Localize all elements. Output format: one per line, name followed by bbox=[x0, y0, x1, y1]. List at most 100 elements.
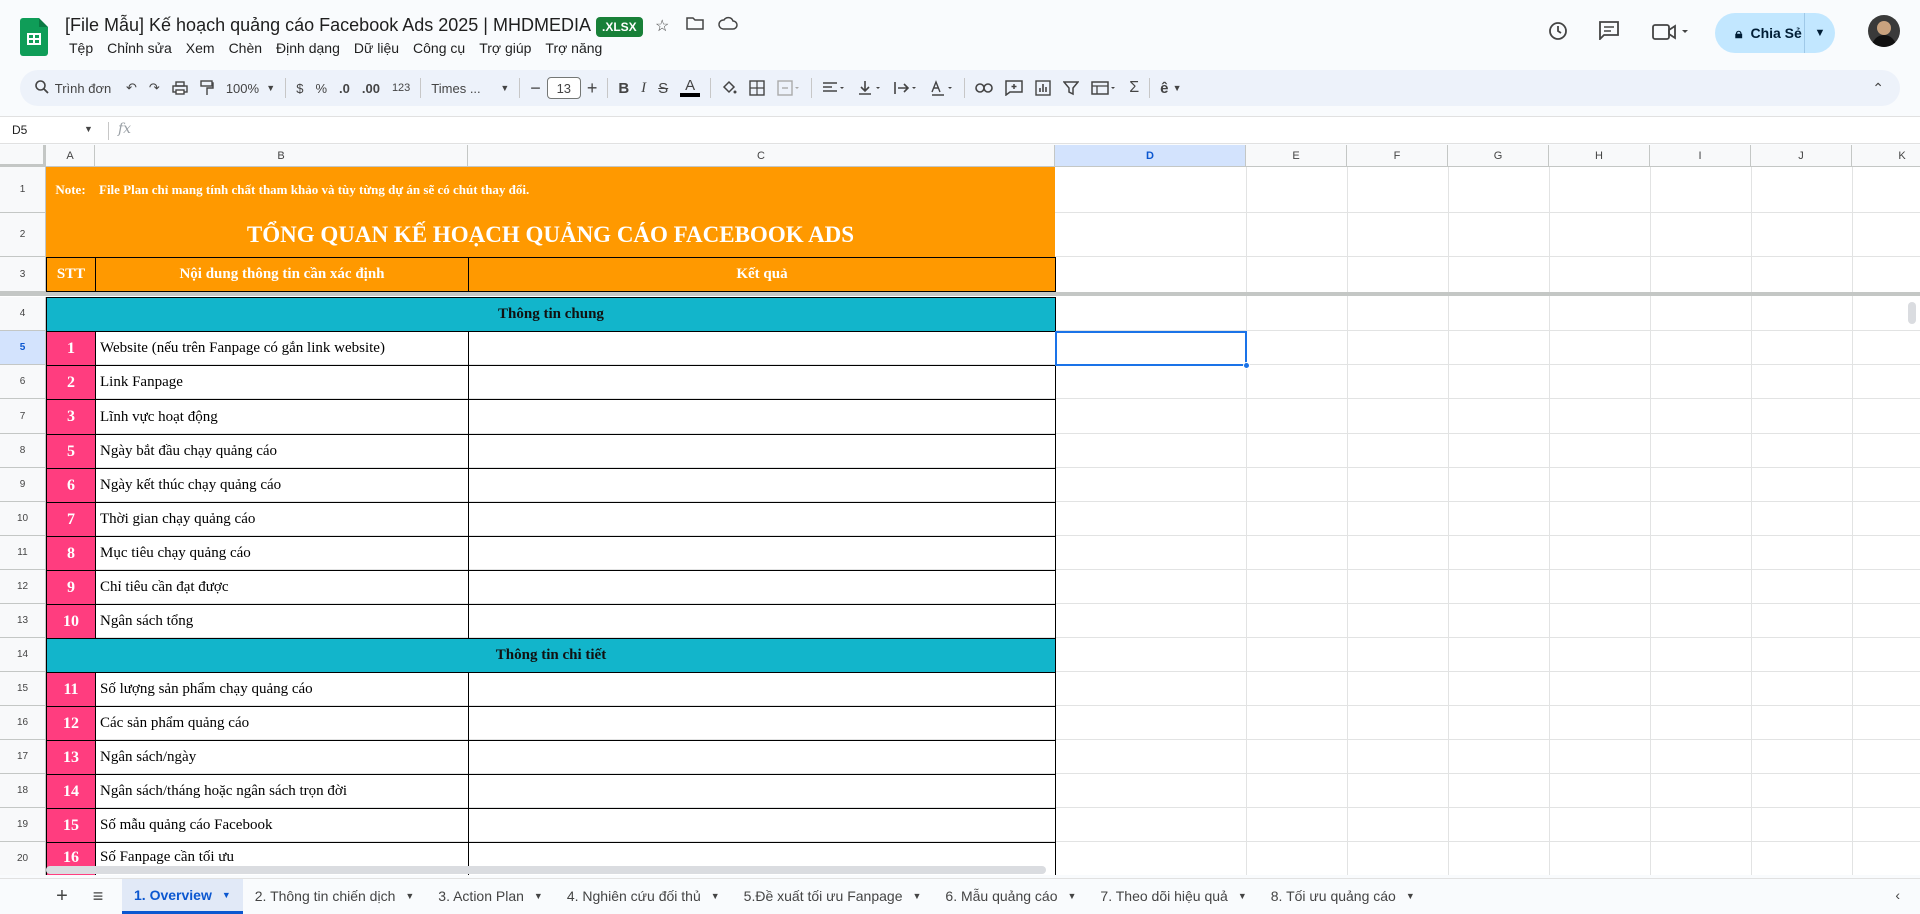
section-general[interactable]: Thông tin chung bbox=[46, 297, 1056, 332]
item-no[interactable]: 3 bbox=[46, 399, 96, 435]
item-no[interactable]: 15 bbox=[46, 808, 96, 843]
item-result[interactable] bbox=[468, 502, 1056, 537]
menu-tools[interactable]: Công cụ bbox=[406, 40, 472, 56]
item-result[interactable] bbox=[468, 570, 1056, 605]
tab-fanpage-optimization[interactable]: 5.Đề xuất tối ưu Fanpage ▼ bbox=[732, 879, 934, 914]
chevron-down-icon[interactable]: ▼ bbox=[1068, 891, 1077, 901]
text-wrap-icon[interactable] bbox=[888, 74, 924, 102]
item-no[interactable]: 12 bbox=[46, 706, 96, 741]
share-button[interactable]: 🔒︎ Chia Sẻ ▼ bbox=[1715, 13, 1835, 53]
active-cell-selection[interactable] bbox=[1055, 331, 1247, 366]
item-text[interactable]: Số lượng sản phẩm chạy quảng cáo bbox=[95, 672, 469, 707]
select-all-corner[interactable] bbox=[0, 145, 46, 167]
row-header-3[interactable]: 3 bbox=[0, 257, 46, 292]
text-rotation-icon[interactable] bbox=[924, 74, 960, 102]
chevron-down-icon[interactable]: ▼ bbox=[222, 890, 231, 900]
fill-color-icon[interactable] bbox=[715, 74, 743, 102]
tab-ad-samples[interactable]: 6. Mẫu quảng cáo ▼ bbox=[933, 879, 1088, 914]
menu-format[interactable]: Định dạng bbox=[269, 40, 347, 56]
item-no[interactable]: 10 bbox=[46, 604, 96, 639]
item-result[interactable] bbox=[468, 399, 1056, 435]
input-tools-icon[interactable]: ê ▼ bbox=[1154, 74, 1187, 102]
menu-edit[interactable]: Chỉnh sửa bbox=[100, 40, 179, 56]
tab-overview[interactable]: 1. Overview ▼ bbox=[122, 878, 243, 914]
item-text[interactable]: Website (nếu trên Fanpage có gắn link we… bbox=[95, 331, 469, 366]
column-header-d[interactable]: D bbox=[1055, 145, 1246, 167]
menu-view[interactable]: Xem bbox=[179, 40, 222, 56]
cloud-status-icon[interactable] bbox=[718, 16, 738, 35]
menu-accessibility[interactable]: Trợ năng bbox=[538, 40, 609, 56]
chevron-down-icon[interactable]: ▼ bbox=[711, 891, 720, 901]
item-no[interactable]: 7 bbox=[46, 502, 96, 537]
column-header-a[interactable]: A bbox=[46, 145, 95, 167]
text-color-icon[interactable]: A bbox=[674, 74, 706, 102]
share-dropdown-icon[interactable]: ▼ bbox=[1805, 27, 1835, 39]
row-header-16[interactable]: 16 bbox=[0, 706, 46, 740]
tab-campaign-info[interactable]: 2. Thông tin chiến dịch ▼ bbox=[243, 879, 427, 914]
row-header-7[interactable]: 7 bbox=[0, 399, 46, 434]
all-sheets-icon[interactable]: ≡ bbox=[80, 886, 116, 907]
item-result[interactable] bbox=[468, 604, 1056, 639]
item-text[interactable]: Ngày bắt đầu chạy quảng cáo bbox=[95, 434, 469, 469]
item-result[interactable] bbox=[468, 808, 1056, 843]
decrease-decimal-button[interactable]: .0 bbox=[333, 74, 356, 102]
item-no[interactable]: 5 bbox=[46, 434, 96, 469]
row-header-8[interactable]: 8 bbox=[0, 434, 46, 468]
insert-link-icon[interactable] bbox=[969, 74, 999, 102]
row-header-6[interactable]: 6 bbox=[0, 365, 46, 399]
menu-help[interactable]: Trợ giúp bbox=[472, 40, 538, 56]
insert-chart-icon[interactable] bbox=[1029, 74, 1057, 102]
number-format-button[interactable]: 123 bbox=[386, 74, 416, 102]
section-detail[interactable]: Thông tin chi tiết bbox=[46, 638, 1056, 673]
column-header-e[interactable]: E bbox=[1246, 145, 1347, 167]
row-header-11[interactable]: 11 bbox=[0, 536, 46, 570]
item-result[interactable] bbox=[468, 536, 1056, 571]
bold-icon[interactable]: B bbox=[612, 74, 635, 102]
increase-font-size-button[interactable]: + bbox=[581, 74, 604, 102]
column-header-c[interactable]: C bbox=[468, 145, 1055, 167]
item-text[interactable]: Mục tiêu chạy quảng cáo bbox=[95, 536, 469, 571]
chevron-down-icon[interactable]: ▼ bbox=[1406, 891, 1415, 901]
tab-action-plan[interactable]: 3. Action Plan ▼ bbox=[426, 879, 555, 914]
tab-ad-optimization[interactable]: 8. Tối ưu quảng cáo ▼ bbox=[1259, 879, 1427, 914]
column-header-j[interactable]: J bbox=[1751, 145, 1852, 167]
item-text[interactable]: Ngân sách/ngày bbox=[95, 740, 469, 775]
horizontal-scrollbar[interactable] bbox=[46, 866, 1046, 874]
item-result[interactable] bbox=[468, 331, 1056, 366]
item-no[interactable]: 11 bbox=[46, 672, 96, 707]
item-result[interactable] bbox=[468, 468, 1056, 503]
comments-icon[interactable] bbox=[1598, 20, 1620, 45]
item-result[interactable] bbox=[468, 706, 1056, 741]
row-header-13[interactable]: 13 bbox=[0, 604, 46, 638]
row-header-1[interactable]: 1 bbox=[0, 167, 46, 213]
row-header-2[interactable]: 2 bbox=[0, 213, 46, 257]
row-header-9[interactable]: 9 bbox=[0, 468, 46, 502]
strikethrough-icon[interactable]: S bbox=[652, 74, 674, 102]
collapse-toolbar-icon[interactable]: ⌃ bbox=[1866, 74, 1890, 102]
item-result[interactable] bbox=[468, 672, 1056, 707]
item-no[interactable]: 13 bbox=[46, 740, 96, 775]
star-icon[interactable]: ☆ bbox=[655, 16, 669, 36]
chevron-down-icon[interactable]: ▼ bbox=[1238, 891, 1247, 901]
column-header-f[interactable]: F bbox=[1347, 145, 1448, 167]
menu-search[interactable]: Trình đơn bbox=[20, 74, 120, 102]
insert-comment-icon[interactable] bbox=[999, 74, 1029, 102]
menu-file[interactable]: Tệp bbox=[62, 40, 100, 56]
chevron-down-icon[interactable]: ▼ bbox=[534, 891, 543, 901]
font-size-input[interactable]: 13 bbox=[546, 77, 581, 99]
row-header-18[interactable]: 18 bbox=[0, 774, 46, 808]
redo-icon[interactable]: ↷ bbox=[143, 74, 166, 102]
filter-views-icon[interactable] bbox=[1085, 74, 1123, 102]
item-result[interactable] bbox=[468, 365, 1056, 400]
item-text[interactable]: Link Fanpage bbox=[95, 365, 469, 400]
align-icon[interactable] bbox=[816, 74, 852, 102]
item-text[interactable]: Ngân sách/tháng hoặc ngân sách trọn đời bbox=[95, 774, 469, 809]
menu-insert[interactable]: Chèn bbox=[222, 40, 269, 56]
currency-format-button[interactable]: $ bbox=[290, 74, 309, 102]
item-text[interactable]: Các sản phẩm quảng cáo bbox=[95, 706, 469, 741]
row-header-5[interactable]: 5 bbox=[0, 331, 46, 365]
chevron-down-icon[interactable]: ▼ bbox=[405, 891, 414, 901]
version-history-icon[interactable] bbox=[1547, 20, 1569, 48]
undo-icon[interactable]: ↶ bbox=[120, 74, 143, 102]
item-result[interactable] bbox=[468, 434, 1056, 469]
